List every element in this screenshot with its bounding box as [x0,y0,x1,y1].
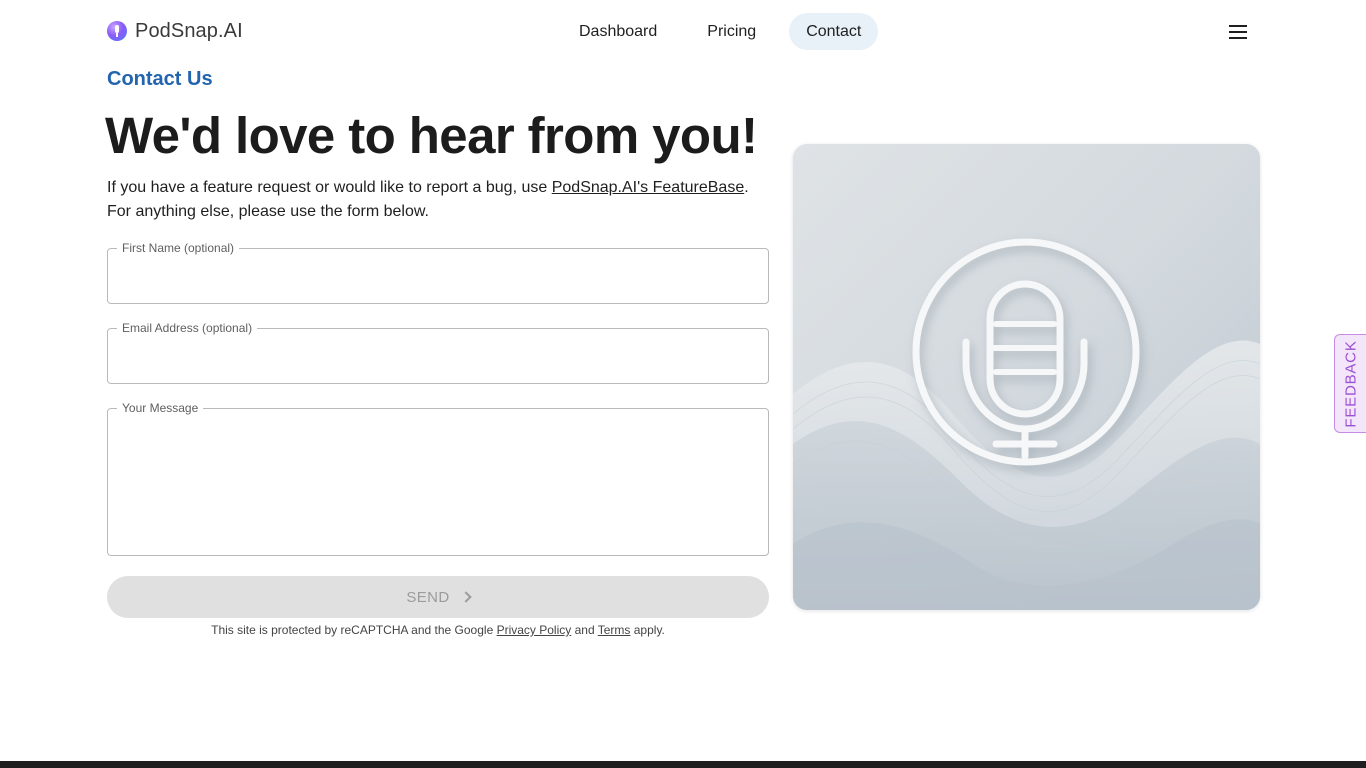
send-button[interactable]: SEND [107,576,769,618]
footer-edge [0,761,1366,768]
email-input[interactable] [108,329,768,383]
page-title: We'd love to hear from you! [105,107,758,164]
email-field: Email Address (optional) [107,320,769,384]
message-label: Your Message [117,400,204,416]
intro-text: If you have a feature request or would l… [107,176,777,224]
recaptcha-prefix: This site is protected by reCAPTCHA and … [211,623,497,637]
recaptcha-middle: and [571,623,598,637]
message-field: Your Message [107,400,769,556]
intro-text-end: . [744,179,749,196]
site-header: PodSnap.AI Dashboard Pricing Contact [0,0,1366,62]
recaptcha-notice: This site is protected by reCAPTCHA and … [107,622,769,638]
intro-text-start: If you have a feature request or would l… [107,179,552,196]
privacy-policy-link[interactable]: Privacy Policy [497,623,572,637]
microphone-illustration [793,144,1260,610]
section-eyebrow: Contact Us [107,68,213,90]
nav-dashboard[interactable]: Dashboard [562,13,674,50]
send-button-label: SEND [406,588,450,606]
nav-pricing[interactable]: Pricing [690,13,773,50]
chevron-right-icon [459,591,472,603]
recaptcha-suffix: apply. [630,623,665,637]
terms-link[interactable]: Terms [598,623,631,637]
featurebase-link[interactable]: PodSnap.AI's FeatureBase [552,179,745,196]
first-name-input[interactable] [108,249,768,303]
intro-text-line2: For anything else, please use the form b… [107,203,429,220]
podsnap-logo-icon [107,21,127,41]
brand-logo[interactable]: PodSnap.AI [107,18,243,44]
nav-contact[interactable]: Contact [789,13,879,50]
message-textarea[interactable] [108,409,768,555]
hamburger-menu-icon[interactable] [1228,23,1250,41]
feedback-tab-label: FEEDBACK [1342,339,1359,428]
email-label: Email Address (optional) [117,320,258,336]
main-nav: Dashboard Pricing Contact [562,13,879,50]
brand-name: PodSnap.AI [135,19,243,42]
first-name-field: First Name (optional) [107,240,769,304]
feedback-tab[interactable]: FEEDBACK [1334,334,1366,433]
first-name-label: First Name (optional) [117,240,240,256]
